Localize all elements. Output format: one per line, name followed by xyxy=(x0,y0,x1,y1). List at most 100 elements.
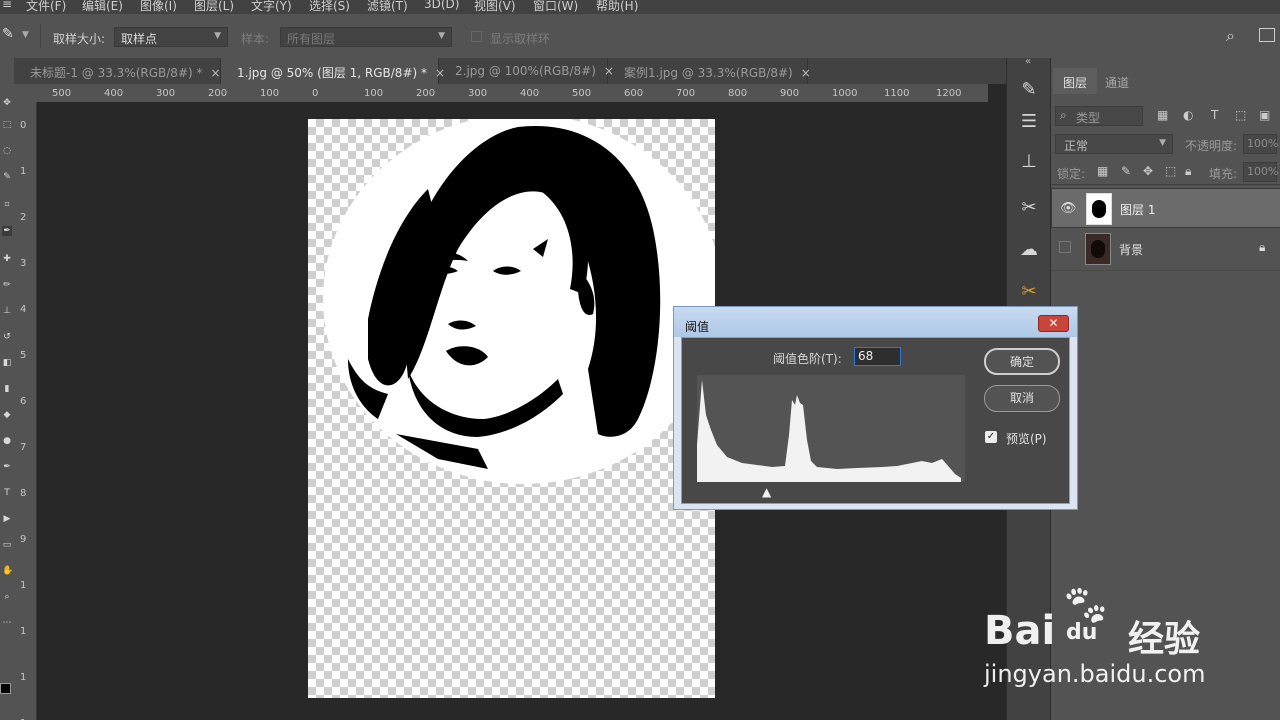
collapse-icon[interactable]: « xyxy=(1025,56,1031,67)
lock-transparent-icon[interactable]: ▦ xyxy=(1097,164,1108,178)
more-tools-icon[interactable]: ⋯ xyxy=(2,618,12,628)
ruler-tick-label: 0 xyxy=(20,120,27,131)
lock-icon: 🔒︎ xyxy=(1259,240,1266,254)
menu-file[interactable]: 文件(F) xyxy=(26,0,66,14)
healing-tool-icon[interactable]: ✚ xyxy=(2,254,12,264)
crop-tool-icon[interactable]: ⌗ xyxy=(2,200,12,210)
brush-tool-icon[interactable]: ✏ xyxy=(2,280,12,290)
ps-logo-icon[interactable]: ≡ xyxy=(2,0,12,11)
ruler-tick-label: 1000 xyxy=(832,88,858,99)
actions-icon[interactable]: ✂ xyxy=(1017,280,1041,304)
menu-layer[interactable]: 图层(L) xyxy=(194,0,234,14)
layer-row-layer-1[interactable]: 👁︎ 图层 1 xyxy=(1051,188,1280,228)
menu-filter[interactable]: 滤镜(T) xyxy=(367,0,408,14)
tab-label: 未标题-1 @ 33.3%(RGB/8#) * xyxy=(30,66,203,80)
tools-preset-icon[interactable]: ✂ xyxy=(1017,196,1041,220)
pen-tool-icon[interactable]: ✒ xyxy=(2,462,12,472)
dialog-title: 阈值 xyxy=(685,320,710,334)
lock-all-icon[interactable]: 🔒︎ xyxy=(1185,164,1191,179)
filter-shape-icon[interactable]: ⬚ xyxy=(1235,108,1246,122)
layer-filter-kind[interactable]: ⌕ 类型 xyxy=(1055,106,1143,126)
ruler-tick-label: 0 xyxy=(312,88,319,99)
search-icon[interactable]: ⌕ xyxy=(1226,26,1235,46)
ok-button[interactable]: 确定 xyxy=(984,348,1060,375)
eyedropper-tool-icon[interactable]: ✒ xyxy=(2,226,12,236)
layer-row-background[interactable]: 背景 🔒︎ xyxy=(1051,229,1280,269)
dodge-tool-icon[interactable]: ● xyxy=(2,436,12,446)
menu-image[interactable]: 图像(I) xyxy=(140,0,177,14)
histogram-graph xyxy=(697,380,961,482)
move-tool-icon[interactable]: ✥ xyxy=(2,98,12,108)
hand-tool-icon[interactable]: ✋ xyxy=(2,566,13,576)
clone-source-icon[interactable]: ⊥ xyxy=(1017,150,1041,174)
tab-channels[interactable]: 通道 xyxy=(1095,68,1139,94)
opacity-input[interactable]: 100% xyxy=(1243,134,1278,154)
close-button[interactable]: ✕ xyxy=(1038,315,1069,332)
lock-artboard-icon[interactable]: ⬚ xyxy=(1165,164,1176,178)
fill-value: 100% xyxy=(1247,165,1279,178)
sample-label: 样本: xyxy=(241,32,270,46)
sample-size-select[interactable]: 取样点 ▼ xyxy=(114,27,228,47)
menu-select[interactable]: 选择(S) xyxy=(309,0,350,14)
shape-tool-icon[interactable]: ▭ xyxy=(2,540,12,550)
type-tool-icon[interactable]: T xyxy=(2,488,12,498)
adjustments-icon[interactable]: ☰ xyxy=(1017,110,1041,134)
blend-mode-select[interactable]: 正常 ▼ xyxy=(1055,134,1173,154)
lasso-tool-icon[interactable]: ◌ xyxy=(2,146,12,156)
filter-pixel-icon[interactable]: ▦ xyxy=(1157,108,1168,122)
stamp-tool-icon[interactable]: ⊥ xyxy=(2,306,12,316)
eye-icon[interactable]: 👁︎ xyxy=(1060,201,1077,216)
close-icon[interactable]: × xyxy=(211,66,221,80)
menu-window[interactable]: 窗口(W) xyxy=(533,0,578,14)
tab-2-jpg[interactable]: 2.jpg @ 100%(RGB/8#) × xyxy=(439,58,614,84)
sample-select[interactable]: 所有图层 ▼ xyxy=(280,27,452,47)
filter-adjust-icon[interactable]: ◐ xyxy=(1183,108,1193,122)
tab-1-jpg[interactable]: 1.jpg @ 50% (图层 1, RGB/8#) * × xyxy=(221,58,445,84)
menu-view[interactable]: 视图(V) xyxy=(474,0,516,14)
path-select-icon[interactable]: ▶ xyxy=(2,514,12,524)
blur-tool-icon[interactable]: ◆ xyxy=(2,410,12,420)
eraser-tool-icon[interactable]: ◧ xyxy=(2,358,12,368)
cloud-libraries-icon[interactable]: ☁ xyxy=(1017,238,1041,262)
filter-smart-icon[interactable]: ▣ xyxy=(1259,108,1270,122)
menu-edit[interactable]: 编辑(E) xyxy=(82,0,123,14)
eyedropper-icon[interactable]: ✎ xyxy=(2,26,14,42)
opacity-label: 不透明度: xyxy=(1185,139,1238,153)
workspace-icon[interactable] xyxy=(1259,28,1275,42)
menu-type[interactable]: 文字(Y) xyxy=(251,0,292,14)
quick-select-tool-icon[interactable]: ✎ xyxy=(2,172,12,182)
brush-settings-icon[interactable]: ✎ xyxy=(1017,78,1041,102)
history-brush-icon[interactable]: ↺ xyxy=(2,332,12,342)
fill-input[interactable]: 100% xyxy=(1243,162,1279,182)
tab-case-1-jpg[interactable]: 案例1.jpg @ 33.3%(RGB/8#) × xyxy=(608,58,811,84)
zoom-tool-icon[interactable]: ⌕ xyxy=(2,592,12,602)
foreground-color-swatch[interactable] xyxy=(0,683,11,694)
cancel-button[interactable]: 取消 xyxy=(984,385,1060,412)
sample-size-label: 取样大小: xyxy=(53,32,106,46)
ruler-tick-label: 200 xyxy=(208,88,228,99)
threshold-level-label: 阈值色阶(T): xyxy=(773,352,842,366)
tab-untitled-1[interactable]: 未标题-1 @ 33.3%(RGB/8#) * × xyxy=(14,58,221,84)
sampling-ring-checkbox[interactable] xyxy=(471,31,482,42)
layer-name[interactable]: 图层 1 xyxy=(1120,201,1155,218)
menu-help[interactable]: 帮助(H) xyxy=(596,0,638,14)
marquee-tool-icon[interactable]: ⬚ xyxy=(2,120,12,130)
document-canvas[interactable] xyxy=(308,119,715,698)
preview-checkbox[interactable]: ✓ xyxy=(985,431,997,443)
tab-layers[interactable]: 图层 xyxy=(1053,68,1098,94)
gradient-tool-icon[interactable]: ▮ xyxy=(2,384,12,394)
baidu-watermark: Bai 🐾︎ du 经验 jingyan.baidu.com xyxy=(980,580,1280,700)
chevron-down-icon[interactable]: ▼ xyxy=(22,30,29,40)
threshold-slider-handle[interactable]: ▲ xyxy=(762,485,771,499)
threshold-level-input[interactable]: 68 xyxy=(854,347,901,366)
lock-position-icon[interactable]: ✥ xyxy=(1143,164,1153,178)
layer-name[interactable]: 背景 xyxy=(1119,241,1143,258)
horizontal-ruler: 500 400 300 200 100 0 100 200 300 400 500 600 700 800… xyxy=(14,84,988,103)
filter-type-icon[interactable]: T xyxy=(1211,108,1218,122)
menu-3d[interactable]: 3D(D) xyxy=(424,0,459,11)
visibility-toggle[interactable] xyxy=(1059,241,1071,253)
dialog-titlebar[interactable]: 阈值 ✕ xyxy=(674,307,1077,337)
threshold-level-value: 68 xyxy=(858,349,874,363)
close-icon[interactable]: × xyxy=(801,66,811,80)
lock-pixels-icon[interactable]: ✎ xyxy=(1121,164,1131,178)
